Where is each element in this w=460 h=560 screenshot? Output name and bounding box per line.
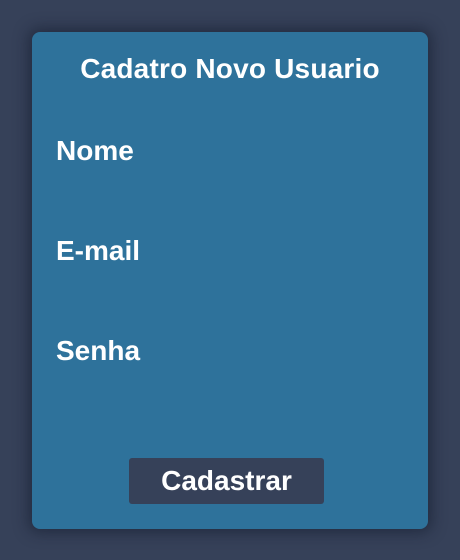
senha-field: Senha <box>56 334 404 404</box>
email-input[interactable] <box>56 274 404 304</box>
nome-label: Nome <box>56 135 134 166</box>
senha-input[interactable] <box>56 374 404 404</box>
form-title: Cadatro Novo Usuario <box>80 53 380 84</box>
email-field: E-mail <box>56 234 404 304</box>
cadastrar-button[interactable]: Cadastrar <box>129 458 324 504</box>
senha-label: Senha <box>56 335 141 366</box>
nome-input[interactable] <box>56 174 404 204</box>
nome-field: Nome <box>56 134 404 204</box>
email-label: E-mail <box>56 235 141 266</box>
signup-card: Cadatro Novo Usuario Nome E-mail Senha C… <box>32 32 428 529</box>
